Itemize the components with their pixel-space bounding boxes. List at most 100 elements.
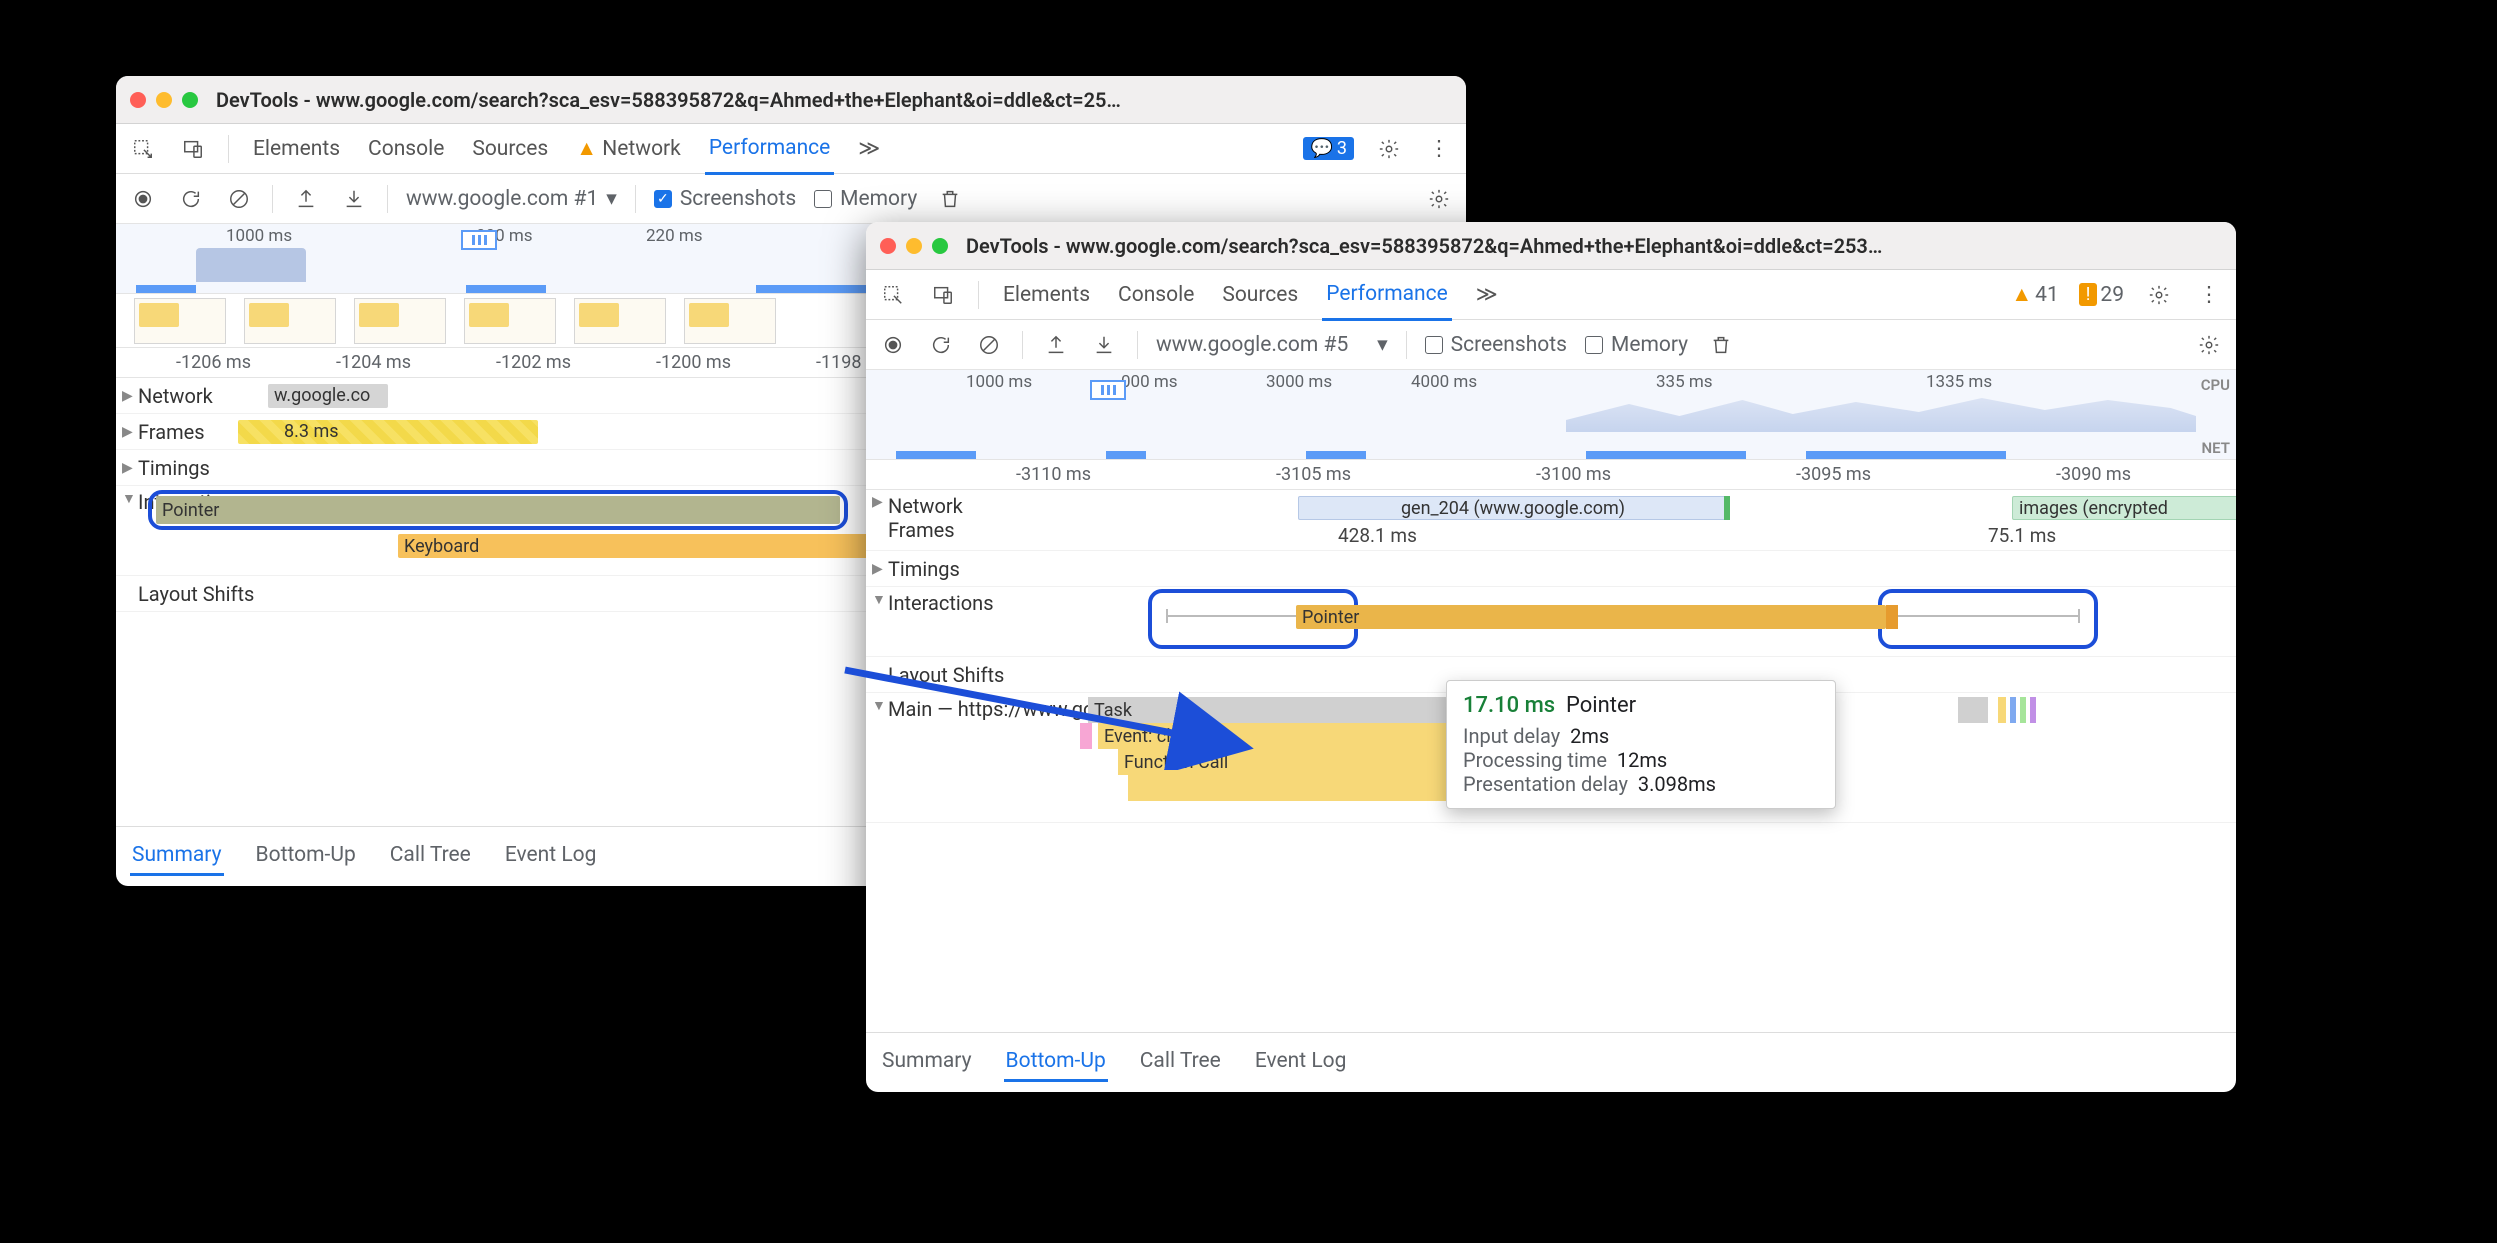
issues-badge[interactable]: !29 xyxy=(2079,283,2124,307)
reload-icon[interactable] xyxy=(926,330,956,360)
cpu-label: CPU xyxy=(2201,376,2230,394)
annotation-highlight-right xyxy=(1878,589,2098,649)
inspect-icon[interactable] xyxy=(128,134,158,164)
upload-icon[interactable] xyxy=(1041,330,1071,360)
tab-call-tree[interactable]: Call Tree xyxy=(388,837,473,876)
tab-bottom-up[interactable]: Bottom-Up xyxy=(1004,1043,1108,1082)
record-icon[interactable] xyxy=(128,184,158,214)
tooltip-row: Processing time 12ms xyxy=(1463,748,1819,772)
clear-icon[interactable] xyxy=(974,330,1004,360)
close-icon[interactable] xyxy=(130,92,146,108)
network-request-bar[interactable]: images (encrypted xyxy=(2012,496,2236,520)
warnings-badge[interactable]: ▲41 xyxy=(2011,283,2058,307)
screenshot-thumbnail[interactable] xyxy=(244,298,336,344)
tab-performance[interactable]: Performance xyxy=(705,124,834,175)
interaction-pointer-bar[interactable]: Pointer xyxy=(156,496,840,524)
device-toggle-icon[interactable] xyxy=(178,134,208,164)
tab-summary[interactable]: Summary xyxy=(880,1043,974,1082)
download-icon[interactable] xyxy=(1089,330,1119,360)
screenshot-thumbnail[interactable] xyxy=(354,298,446,344)
screenshots-toggle[interactable]: Screenshots xyxy=(1425,333,1567,357)
ruler-tick: -1200 ms xyxy=(656,352,731,373)
perf-toolbar: www.google.com #5 ▾ Screenshots Memory xyxy=(866,320,2236,370)
tab-sources[interactable]: Sources xyxy=(1218,271,1302,319)
gear-icon[interactable] xyxy=(1424,184,1454,214)
frame-bar[interactable]: 8.3 ms xyxy=(238,420,538,444)
interaction-pointer-bar[interactable]: Pointer xyxy=(1296,605,1886,629)
tab-summary[interactable]: Summary xyxy=(130,837,224,876)
time-ruler[interactable]: -3110 ms -3105 ms -3100 ms -3095 ms -309… xyxy=(866,460,2236,490)
kebab-icon[interactable]: ⋮ xyxy=(2194,280,2224,310)
issues-icon: ! xyxy=(2079,283,2098,306)
tooltip-row: Input delay 2ms xyxy=(1463,724,1819,748)
frame-label: 428.1 ms xyxy=(1338,524,1417,547)
tab-bottom-up[interactable]: Bottom-Up xyxy=(254,837,358,876)
warning-icon: ▲ xyxy=(576,137,597,161)
ruler-tick: -3110 ms xyxy=(1016,464,1091,485)
trash-icon[interactable] xyxy=(1706,330,1736,360)
ruler-tick: -3100 ms xyxy=(1536,464,1611,485)
whisker-right xyxy=(1898,615,2078,617)
inspect-icon[interactable] xyxy=(878,280,908,310)
network-request-bar[interactable]: w.google.co xyxy=(268,384,388,408)
track-timings[interactable]: ▶ Timings xyxy=(866,551,2236,587)
memory-toggle[interactable]: Memory xyxy=(1585,333,1688,357)
disclosure-right-icon: ▶ xyxy=(872,561,888,577)
reload-icon[interactable] xyxy=(176,184,206,214)
frame-label: 75.1 ms xyxy=(1988,524,2056,547)
overview-tick: 1000 ms xyxy=(226,226,292,246)
cpu-sparkline xyxy=(1566,392,2196,432)
tab-console[interactable]: Console xyxy=(364,125,448,173)
record-icon[interactable] xyxy=(878,330,908,360)
tab-network[interactable]: ▲ Network xyxy=(572,125,685,173)
upload-icon[interactable] xyxy=(291,184,321,214)
device-toggle-icon[interactable] xyxy=(928,280,958,310)
more-tabs-icon[interactable]: ≫ xyxy=(854,134,884,164)
minimize-icon[interactable] xyxy=(156,92,172,108)
net-label: NET xyxy=(2202,439,2230,457)
more-tabs-icon[interactable]: ≫ xyxy=(1472,280,1502,310)
divider xyxy=(387,185,388,213)
overview-strip[interactable]: 1000 ms 000 ms 3000 ms 4000 ms 335 ms 13… xyxy=(866,370,2236,460)
tab-event-log[interactable]: Event Log xyxy=(1253,1043,1349,1082)
track-network[interactable]: ▶ Network Frames gen_204 (www.google.com… xyxy=(866,490,2236,551)
screenshot-thumbnail[interactable] xyxy=(684,298,776,344)
divider xyxy=(635,185,636,213)
download-icon[interactable] xyxy=(339,184,369,214)
perf-toolbar: www.google.com #1 ▾ Screenshots Memory xyxy=(116,174,1466,224)
tab-elements[interactable]: Elements xyxy=(249,125,344,173)
screenshot-thumbnail[interactable] xyxy=(464,298,556,344)
overview-tick: 4000 ms xyxy=(1411,372,1477,392)
window-title: DevTools - www.google.com/search?sca_esv… xyxy=(966,234,1882,258)
screenshot-thumbnail[interactable] xyxy=(574,298,666,344)
profile-select[interactable]: www.google.com #1 ▾ xyxy=(406,186,617,211)
gear-icon[interactable] xyxy=(2194,330,2224,360)
clear-icon[interactable] xyxy=(224,184,254,214)
tab-sources[interactable]: Sources xyxy=(468,125,552,173)
zoom-icon[interactable] xyxy=(182,92,198,108)
screenshots-toggle[interactable]: Screenshots xyxy=(654,187,796,211)
tab-call-tree[interactable]: Call Tree xyxy=(1138,1043,1223,1082)
tab-performance[interactable]: Performance xyxy=(1322,270,1451,321)
profile-select[interactable]: www.google.com #5 ▾ xyxy=(1156,332,1388,357)
tab-elements[interactable]: Elements xyxy=(999,271,1094,319)
checkbox-icon xyxy=(814,190,832,208)
tooltip-title: 17.10 ms Pointer xyxy=(1463,693,1819,718)
trash-icon[interactable] xyxy=(935,184,965,214)
network-request-bar[interactable]: gen_204 (www.google.com) xyxy=(1298,496,1728,520)
kebab-icon[interactable]: ⋮ xyxy=(1424,134,1454,164)
tab-console[interactable]: Console xyxy=(1114,271,1198,319)
track-interactions[interactable]: ▼ Interactions Pointer xyxy=(866,587,2236,657)
close-icon[interactable] xyxy=(880,238,896,254)
screenshot-thumbnail[interactable] xyxy=(134,298,226,344)
memory-toggle[interactable]: Memory xyxy=(814,187,917,211)
messages-badge[interactable]: 💬 3 xyxy=(1303,137,1354,160)
tab-event-log[interactable]: Event Log xyxy=(503,837,599,876)
gear-icon[interactable] xyxy=(1374,134,1404,164)
tooltip-row: Presentation delay 3.098ms xyxy=(1463,772,1819,796)
gear-icon[interactable] xyxy=(2144,280,2174,310)
minimize-icon[interactable] xyxy=(906,238,922,254)
ruler-tick: -3090 ms xyxy=(2056,464,2131,485)
ruler-tick: -1202 ms xyxy=(496,352,571,373)
zoom-icon[interactable] xyxy=(932,238,948,254)
